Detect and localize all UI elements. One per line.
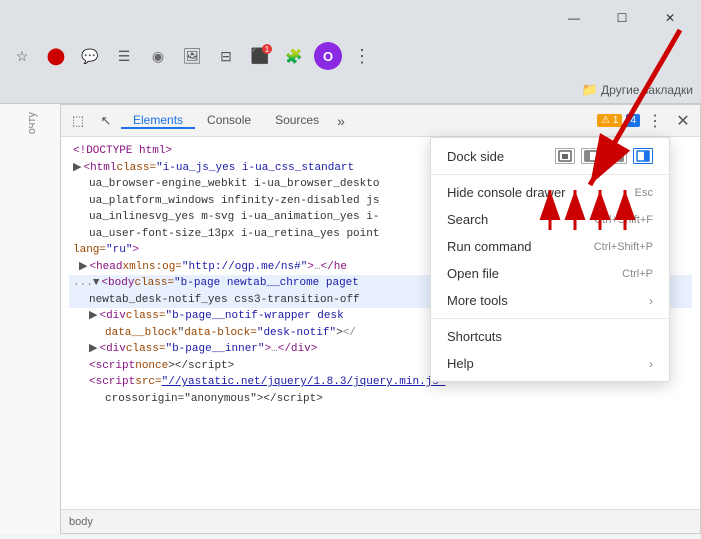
devtools-toolbar: ⬚ ↖ Elements Console Sources » ⚠ 1 4 ⋮ ✕	[61, 105, 700, 137]
menu-item-help[interactable]: Help ›	[431, 350, 669, 377]
capture-icon[interactable]: ⊟	[212, 42, 240, 70]
inspector-button[interactable]: ⬚	[65, 108, 91, 134]
notification-icon[interactable]: ⬛ 1	[246, 42, 274, 70]
dock-icons	[555, 148, 653, 164]
tab-console[interactable]: Console	[195, 113, 263, 129]
tab-sources[interactable]: Sources	[263, 113, 331, 129]
menu-item-hide-console[interactable]: Hide console drawer Esc	[431, 179, 669, 206]
devtools-breadcrumb: body	[69, 516, 93, 528]
devtools-panel: ⬚ ↖ Elements Console Sources » ⚠ 1 4 ⋮ ✕…	[60, 104, 701, 534]
devtools-tabs: Elements Console Sources »	[121, 113, 595, 129]
browser-menu-button[interactable]: ⋮	[348, 42, 376, 70]
expand-head[interactable]: ▶	[79, 259, 87, 276]
opera-icon[interactable]: ⬤	[42, 42, 70, 70]
minimize-button[interactable]: —	[551, 3, 597, 33]
window-controls: — ☐ ✕	[551, 3, 693, 33]
player-icon[interactable]: ◉	[144, 42, 172, 70]
dock-undock-button[interactable]	[555, 148, 575, 164]
bookmarks-bar: 📁 Другие закладки	[0, 76, 701, 104]
star-icon[interactable]: ☆	[8, 42, 36, 70]
menu-item-open-file[interactable]: Open file Ctrl+P	[431, 260, 669, 287]
menu-item-run-command[interactable]: Run command Ctrl+Shift+P	[431, 233, 669, 260]
expand-html[interactable]: ▶	[73, 160, 81, 177]
extensions-icon[interactable]: ☰	[110, 42, 138, 70]
more-tools-arrow: ›	[649, 294, 653, 308]
menu-item-shortcuts[interactable]: Shortcuts	[431, 323, 669, 350]
menu-section-2: Shortcuts Help ›	[431, 319, 669, 381]
devtools-close-button[interactable]: ✕	[670, 108, 696, 134]
folder-icon: 📁	[582, 82, 598, 98]
help-label: Help	[447, 356, 649, 371]
nav-bar: ☆ ⬤ 💬 ☰ ◉ 🖼 ⊟ ⬛ 1 🧩 O ⋮	[0, 36, 701, 76]
open-file-label: Open file	[447, 266, 606, 281]
open-file-shortcut: Ctrl+P	[622, 268, 653, 280]
run-command-shortcut: Ctrl+Shift+P	[594, 241, 653, 253]
close-button[interactable]: ✕	[647, 3, 693, 33]
tab-elements[interactable]: Elements	[121, 113, 195, 129]
warning-badge: ⚠ 1	[597, 114, 622, 127]
run-command-label: Run command	[447, 239, 578, 254]
dock-left-button[interactable]	[581, 148, 601, 164]
code-line-16: crossorigin="anonymous"></script>	[69, 391, 692, 408]
dock-side-row: Dock side	[431, 142, 669, 170]
other-bookmarks[interactable]: 📁 Другие закладки	[582, 82, 693, 98]
help-arrow: ›	[649, 357, 653, 371]
expand-body[interactable]: ▼	[93, 275, 100, 292]
notification-badges: ⚠ 1 4	[597, 114, 640, 127]
chat-icon[interactable]: 💬	[76, 42, 104, 70]
devtools-footer: body	[61, 509, 700, 533]
menu-section-1: Hide console drawer Esc Search Ctrl+Shif…	[431, 175, 669, 319]
profile-avatar[interactable]: O	[314, 42, 342, 70]
search-shortcut: Ctrl+Shift+F	[594, 214, 653, 226]
dock-right-button[interactable]	[633, 148, 653, 164]
dock-bottom-button[interactable]	[607, 148, 627, 164]
main-area: очту ⬚ ↖ Elements Console Sources » ⚠ 1 …	[0, 104, 701, 534]
devtools-menu-button[interactable]: ⋮	[642, 108, 668, 134]
hide-console-shortcut: Esc	[635, 187, 653, 199]
devtools-dropdown-menu: Dock side	[430, 137, 670, 382]
info-badge: 4	[626, 114, 640, 127]
dock-side-label: Dock side	[447, 149, 547, 164]
sidebar-text: очту	[26, 112, 38, 134]
menu-item-more-tools[interactable]: More tools ›	[431, 287, 669, 314]
menu-item-search[interactable]: Search Ctrl+Shift+F	[431, 206, 669, 233]
more-tools-label: More tools	[447, 293, 649, 308]
page-sidebar: очту	[0, 104, 65, 534]
shortcuts-label: Shortcuts	[447, 329, 653, 344]
search-label: Search	[447, 212, 578, 227]
title-bar: — ☐ ✕	[0, 0, 701, 36]
cursor-button[interactable]: ↖	[93, 108, 119, 134]
maximize-button[interactable]: ☐	[599, 3, 645, 33]
tab-more[interactable]: »	[331, 113, 351, 129]
other-bookmarks-label: Другие закладки	[601, 83, 693, 97]
hide-console-label: Hide console drawer	[447, 185, 619, 200]
expand-div1[interactable]: ▶	[89, 308, 97, 325]
dock-side-section: Dock side	[431, 138, 669, 175]
puzzle-icon[interactable]: 🧩	[280, 42, 308, 70]
image-icon[interactable]: 🖼	[178, 42, 206, 70]
